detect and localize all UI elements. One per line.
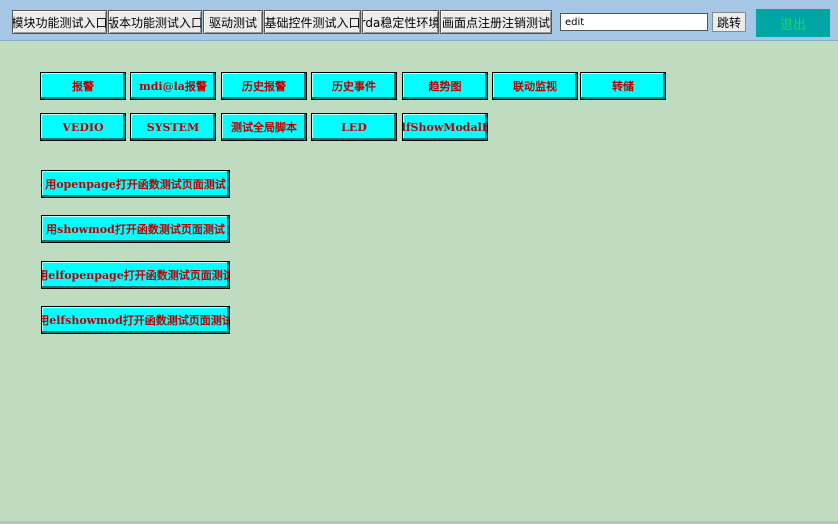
tab-version-test[interactable]: 版本功能测试入口 <box>108 10 202 34</box>
edit-input[interactable] <box>560 13 708 31</box>
showmod-test-button[interactable]: 用showmod打开函数测试页面测试 <box>41 215 230 243</box>
tab-point-register[interactable]: 画面点注册注销测试 <box>440 10 552 34</box>
history-event-button[interactable]: 历史事件 <box>311 72 397 100</box>
elfopenpage-test-button[interactable]: 用elfopenpage打开函数测试页面测试 <box>41 261 230 289</box>
global-script-test-button[interactable]: 测试全局脚本 <box>221 113 307 141</box>
tab-basic-controls[interactable]: 基础控件测试入口 <box>264 10 361 34</box>
openpage-test-button[interactable]: 用openpage打开函数测试页面测试 <box>41 170 230 198</box>
exit-button[interactable]: 退出 <box>756 9 830 37</box>
top-toolbar: 模块功能测试入口 版本功能测试入口 驱动测试 基础控件测试入口 rda稳定性环境… <box>0 0 838 41</box>
alarm-button[interactable]: 报警 <box>40 72 126 100</box>
tab-rda-stability[interactable]: rda稳定性环境 <box>362 10 439 34</box>
led-button[interactable]: LED <box>311 113 397 141</box>
vedio-button[interactable]: VEDIO <box>40 113 126 141</box>
elfshowmodalex-button[interactable]: ElfShowModalEx <box>402 113 488 141</box>
mdi-alarm-button[interactable]: mdi@la报警 <box>130 72 216 100</box>
tab-module-test[interactable]: 模块功能测试入口 <box>12 10 107 34</box>
jump-button[interactable]: 跳转 <box>712 12 746 32</box>
elfshowmod-test-button[interactable]: 用elfshowmod打开函数测试页面测试 <box>41 306 230 334</box>
dump-button[interactable]: 转储 <box>580 72 666 100</box>
system-button[interactable]: SYSTEM <box>130 113 216 141</box>
history-alarm-button[interactable]: 历史报警 <box>221 72 307 100</box>
tab-driver-test[interactable]: 驱动测试 <box>203 10 263 34</box>
trend-chart-button[interactable]: 趋势图 <box>402 72 488 100</box>
linkage-monitor-button[interactable]: 联动监视 <box>492 72 578 100</box>
